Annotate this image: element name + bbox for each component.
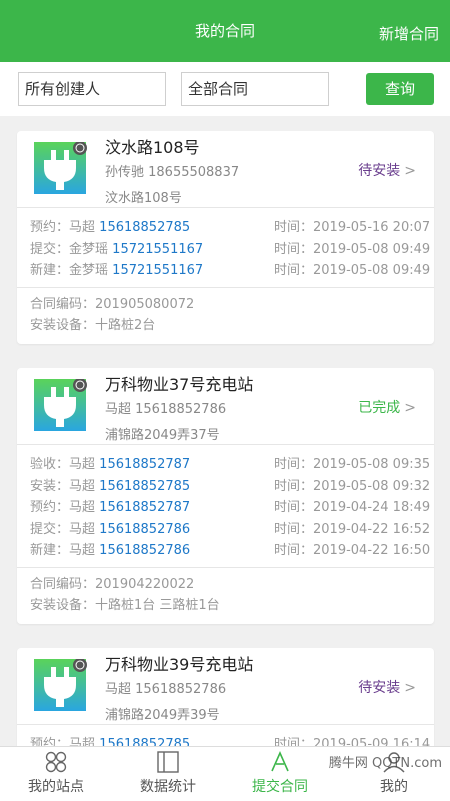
tab-my-stations[interactable]: 我的站点 <box>0 747 112 801</box>
phone-link[interactable]: 15618852786 <box>99 543 190 558</box>
station-name: 万科物业37号充电站 <box>105 375 254 394</box>
contact-person: 马超 15618852786 <box>105 402 227 417</box>
timeline-row: 新建：马超 15618852786 时间：2019-04-22 16:50 <box>30 543 431 559</box>
contract-card[interactable]: 汶水路108号 孙传驰 18655508837 汶水路108号 待安装 > 预约：… <box>17 131 434 344</box>
chevron-right-icon: > <box>404 680 416 696</box>
phone-link[interactable]: 15721551167 <box>112 263 203 278</box>
status-link[interactable]: 待安装 > <box>358 677 416 697</box>
contact-person: 马超 15618852786 <box>105 682 227 697</box>
chevron-right-icon: > <box>404 400 416 416</box>
station-address: 浦锦路2049弄39号 <box>105 708 220 723</box>
phone-link[interactable]: 15618852786 <box>99 522 190 537</box>
grid-icon <box>45 751 67 773</box>
status-link[interactable]: 待安装 > <box>358 160 416 180</box>
phone-link[interactable]: 15618852785 <box>99 220 190 235</box>
tab-label: 数据统计 <box>140 779 196 795</box>
timeline-row: 验收：马超 15618852787 时间：2019-05-08 09:35 <box>30 457 431 472</box>
creator-select[interactable]: 所有创建人 <box>18 72 166 106</box>
charger-plug-icon <box>34 379 87 431</box>
contract-type-select[interactable]: 全部合同 <box>181 72 329 106</box>
timeline-row: 安装：马超 15618852785 时间：2019-05-08 09:32 <box>30 478 431 494</box>
status-label: 已完成 <box>358 400 401 416</box>
tab-label: 我的 <box>380 779 408 795</box>
watermark: 腾牛网 QQTN.com <box>328 756 442 771</box>
contract-icon <box>271 751 289 772</box>
install-devices: 安装设备：十路桩2台 <box>30 317 156 333</box>
tab-label: 我的站点 <box>28 779 84 795</box>
phone-link[interactable]: 15618852787 <box>99 457 190 472</box>
add-contract-button[interactable]: 新增合同 <box>379 0 439 68</box>
station-name: 万科物业39号充电站 <box>105 655 254 674</box>
phone-link[interactable]: 15618852785 <box>99 479 190 494</box>
station-address: 汶水路108号 <box>105 191 182 206</box>
top-bar: 我的合同 新增合同 <box>0 0 450 62</box>
tab-label: 提交合同 <box>252 779 308 795</box>
status-link[interactable]: 已完成 > <box>358 397 416 417</box>
chevron-right-icon: > <box>404 163 416 179</box>
timeline-row: 提交：马超 15618852786 时间：2019-04-22 16:52 <box>30 521 431 537</box>
tab-submit-contract[interactable]: 提交合同 <box>224 747 336 801</box>
phone-link[interactable]: 15721551167 <box>112 242 203 257</box>
contract-card[interactable]: 万科物业37号充电站 马超 15618852786 浦锦路2049弄37号 已完… <box>17 368 434 624</box>
timeline-row: 新建：金梦瑶 15721551167 时间：2019-05-08 09:49 <box>30 263 431 279</box>
status-label: 待安装 <box>358 163 401 179</box>
query-button[interactable]: 查询 <box>366 73 434 105</box>
charger-plug-icon <box>34 659 87 711</box>
charger-plug-icon <box>34 142 87 194</box>
install-devices: 安装设备：十路桩1台 三路桩1台 <box>30 597 220 613</box>
contract-number: 合同编码：201905080072 <box>30 296 195 312</box>
timeline-row: 预约：马超 15618852787 时间：2019-04-24 18:49 <box>30 500 431 516</box>
stats-icon <box>157 751 179 773</box>
station-name: 汶水路108号 <box>105 138 200 157</box>
contact-person: 孙传驰 18655508837 <box>105 165 240 180</box>
contract-number: 合同编码：201904220022 <box>30 576 195 592</box>
phone-link[interactable]: 15618852787 <box>99 500 190 515</box>
timeline-row: 提交：金梦瑶 15721551167 时间：2019-05-08 09:49 <box>30 241 431 257</box>
station-address: 浦锦路2049弄37号 <box>105 428 220 443</box>
tab-statistics[interactable]: 数据统计 <box>112 747 224 801</box>
status-label: 待安装 <box>358 680 401 696</box>
timeline-row: 预约：马超 15618852785 时间：2019-05-16 20:07 <box>30 220 431 235</box>
